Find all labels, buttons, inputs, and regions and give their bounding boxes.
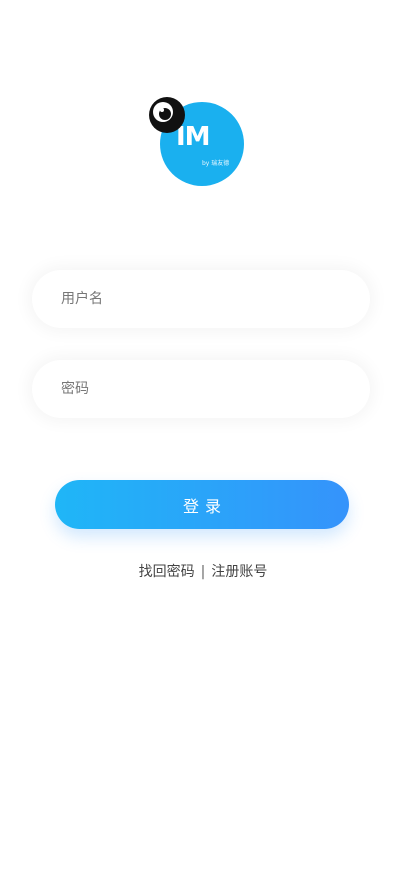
- forgot-password-link[interactable]: 找回密码: [139, 564, 195, 580]
- login-button[interactable]: 登录: [55, 480, 349, 529]
- register-link[interactable]: 注册账号: [211, 564, 267, 580]
- password-field-container: [32, 360, 370, 418]
- logo-sub-text: by 瑞友德: [202, 160, 230, 167]
- eyeball-icon: [149, 97, 185, 133]
- username-input[interactable]: [59, 290, 370, 308]
- password-input[interactable]: [59, 380, 370, 398]
- login-screen: IM by 瑞友德 登录 找回密码 | 注册账号: [0, 0, 406, 876]
- link-separator: |: [200, 564, 206, 580]
- username-field-container: [32, 270, 370, 328]
- auth-links: 找回密码 | 注册账号: [0, 561, 406, 581]
- app-logo: IM by 瑞友德: [148, 96, 248, 192]
